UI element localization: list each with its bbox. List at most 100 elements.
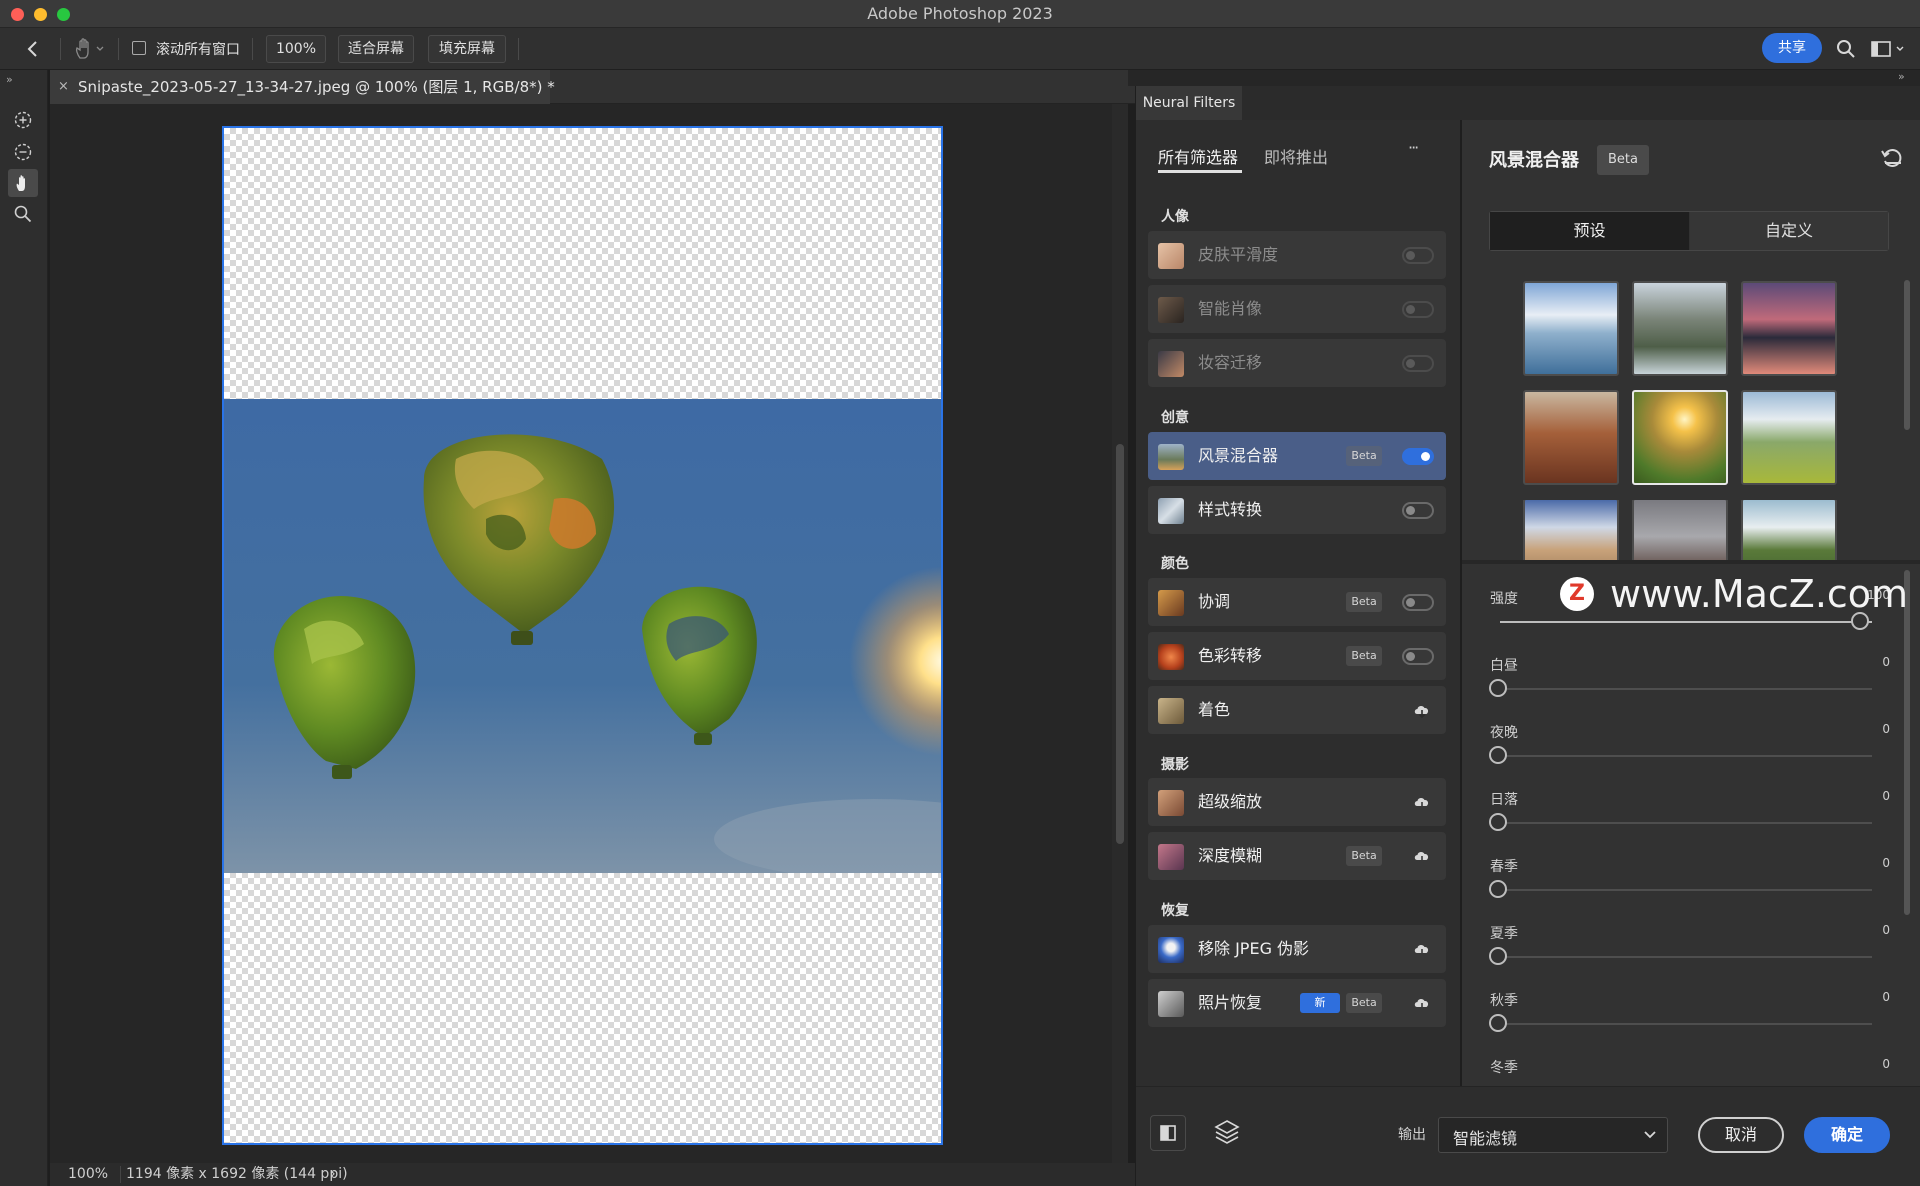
beta-badge: Beta — [1346, 646, 1382, 666]
layers-preview-icon[interactable] — [1212, 1117, 1242, 1147]
new-badge: 新 — [1300, 993, 1340, 1013]
slider-track-day[interactable] — [1500, 688, 1872, 690]
slider-track-sunset[interactable] — [1500, 822, 1872, 824]
cloud-download-icon[interactable] — [1412, 792, 1432, 812]
slider-knob-summer[interactable] — [1489, 947, 1507, 965]
filter-skin-smoothing[interactable]: 皮肤平滑度 — [1148, 231, 1446, 279]
zoom-in-circle-icon[interactable] — [8, 106, 38, 134]
active-tab-underline — [1158, 170, 1242, 173]
landscape-mixer-thumb-icon — [1158, 444, 1184, 470]
filter-color-transfer[interactable]: 色彩转移 Beta — [1148, 632, 1446, 680]
sliders-scrollbar[interactable] — [1904, 570, 1910, 915]
scroll-all-checkbox[interactable] — [132, 41, 146, 55]
document-tab[interactable]: × Snipaste_2023-05-27_13-34-27.jpeg @ 10… — [50, 70, 555, 104]
preset-valley-lake[interactable] — [1632, 281, 1728, 376]
slider-knob-day[interactable] — [1489, 679, 1507, 697]
collapse-arrows-icon[interactable]: » — [6, 73, 13, 86]
slider-track-autumn[interactable] — [1500, 1023, 1872, 1025]
filter-landscape-mixer[interactable]: 风景混合器 Beta — [1148, 432, 1446, 480]
close-tab-icon[interactable]: × — [58, 70, 69, 104]
ok-button[interactable]: 确定 — [1804, 1117, 1890, 1153]
more-options-icon[interactable]: ··· — [1408, 138, 1419, 157]
hand-tool-preset-icon[interactable] — [72, 36, 108, 62]
preset-foggy-mesa[interactable] — [1632, 500, 1728, 560]
status-menu-arrow[interactable]: › — [330, 1163, 336, 1186]
filter-photo-restoration[interactable]: 照片恢复 新 Beta — [1148, 979, 1446, 1027]
reset-icon[interactable] — [1880, 146, 1904, 170]
filter-beta-badge: Beta — [1597, 145, 1649, 175]
cancel-button[interactable]: 取消 — [1698, 1117, 1784, 1153]
category-color: 颜色 — [1161, 556, 1189, 572]
segment-presets[interactable]: 预设 — [1490, 212, 1689, 250]
filter-smart-portrait[interactable]: 智能肖像 — [1148, 285, 1446, 333]
app-title: Adobe Photoshop 2023 — [867, 4, 1053, 23]
workspace-icon[interactable] — [1870, 39, 1910, 59]
filter-style-transfer[interactable]: 样式转换 — [1148, 486, 1446, 534]
harmonization-toggle[interactable] — [1402, 594, 1434, 611]
preset-green-meadow[interactable] — [1741, 390, 1837, 485]
panel-collapse-icon[interactable]: » — [1898, 70, 1905, 83]
filter-makeup-transfer[interactable]: 妆容迁移 — [1148, 339, 1446, 387]
slider-label-autumn: 秋季 — [1490, 993, 1518, 1009]
watermark-logo: Z — [1560, 577, 1594, 611]
filter-colorize[interactable]: 着色 — [1148, 686, 1446, 734]
style-transfer-toggle[interactable] — [1402, 502, 1434, 519]
zoom-level[interactable]: 100% — [68, 1163, 108, 1186]
canvas-vertical-scrollbar[interactable] — [1112, 104, 1128, 1164]
zoom-tool-icon[interactable] — [8, 200, 38, 228]
slider-label-spring: 春季 — [1490, 859, 1518, 875]
makeup-transfer-toggle[interactable] — [1402, 355, 1434, 372]
slider-value-day: 0 — [1882, 655, 1890, 669]
slider-knob-night[interactable] — [1489, 746, 1507, 764]
cloud-download-icon[interactable] — [1412, 846, 1432, 866]
fill-screen-button[interactable]: 填充屏幕 — [428, 35, 506, 63]
vertical-scroll-thumb[interactable] — [1116, 444, 1124, 844]
skin-smoothing-toggle[interactable] — [1402, 247, 1434, 264]
cloud-download-icon[interactable] — [1412, 939, 1432, 959]
preset-row-partial — [1489, 500, 1889, 560]
slider-track-spring[interactable] — [1500, 889, 1872, 891]
preset-desert-rocks[interactable] — [1523, 500, 1619, 560]
filter-super-zoom[interactable]: 超级缩放 — [1148, 778, 1446, 826]
landscape-mixer-toggle[interactable] — [1402, 448, 1434, 465]
slider-knob-autumn[interactable] — [1489, 1014, 1507, 1032]
presets-scrollbar[interactable] — [1904, 280, 1910, 430]
balloon-image — [224, 399, 941, 879]
slider-track-night[interactable] — [1500, 755, 1872, 757]
slider-track-strength[interactable] — [1500, 621, 1872, 623]
filter-title: 风景混合器 — [1489, 150, 1579, 171]
document-canvas[interactable] — [222, 126, 943, 1145]
cloud-download-icon[interactable] — [1412, 700, 1432, 720]
filter-remove-jpeg-artifacts[interactable]: 移除 JPEG 伪影 — [1148, 925, 1446, 973]
preset-sunset-peak[interactable] — [1741, 281, 1837, 376]
fit-screen-button[interactable]: 适合屏幕 — [338, 35, 414, 63]
search-icon[interactable] — [1835, 38, 1857, 60]
back-icon[interactable] — [22, 38, 44, 60]
neural-filters-tab[interactable]: Neural Filters — [1136, 86, 1242, 120]
output-select[interactable]: 智能滤镜 — [1438, 1117, 1668, 1153]
hand-tool-icon[interactable] — [8, 169, 38, 197]
document-tab-title: Snipaste_2023-05-27_13-34-27.jpeg @ 100%… — [78, 78, 555, 96]
photo-restoration-thumb-icon — [1158, 991, 1184, 1017]
filter-depth-blur[interactable]: 深度模糊 Beta — [1148, 832, 1446, 880]
color-transfer-toggle[interactable] — [1402, 648, 1434, 665]
share-button[interactable]: 共享 — [1762, 33, 1822, 63]
slider-value-spring: 0 — [1882, 856, 1890, 870]
slider-value-summer: 0 — [1882, 923, 1890, 937]
cloud-download-icon[interactable] — [1412, 993, 1432, 1013]
compare-view-icon[interactable] — [1150, 1115, 1186, 1151]
segment-custom[interactable]: 自定义 — [1690, 212, 1888, 250]
smart-portrait-toggle[interactable] — [1402, 301, 1434, 318]
zoom-100-button[interactable]: 100% — [266, 35, 326, 63]
zoom-out-circle-icon[interactable] — [8, 138, 38, 166]
filter-harmonization[interactable]: 协调 Beta — [1148, 578, 1446, 626]
tab-coming-soon[interactable]: 即将推出 — [1264, 144, 1328, 168]
slider-track-summer[interactable] — [1500, 956, 1872, 958]
slider-knob-spring[interactable] — [1489, 880, 1507, 898]
slider-knob-sunset[interactable] — [1489, 813, 1507, 831]
preset-sunrise-hills[interactable] — [1632, 390, 1728, 485]
preset-river-valley[interactable] — [1741, 500, 1837, 560]
tab-all-filters[interactable]: 所有筛选器 — [1158, 144, 1238, 168]
preset-canyon[interactable] — [1523, 390, 1619, 485]
preset-snowy-mountain[interactable] — [1523, 281, 1619, 376]
